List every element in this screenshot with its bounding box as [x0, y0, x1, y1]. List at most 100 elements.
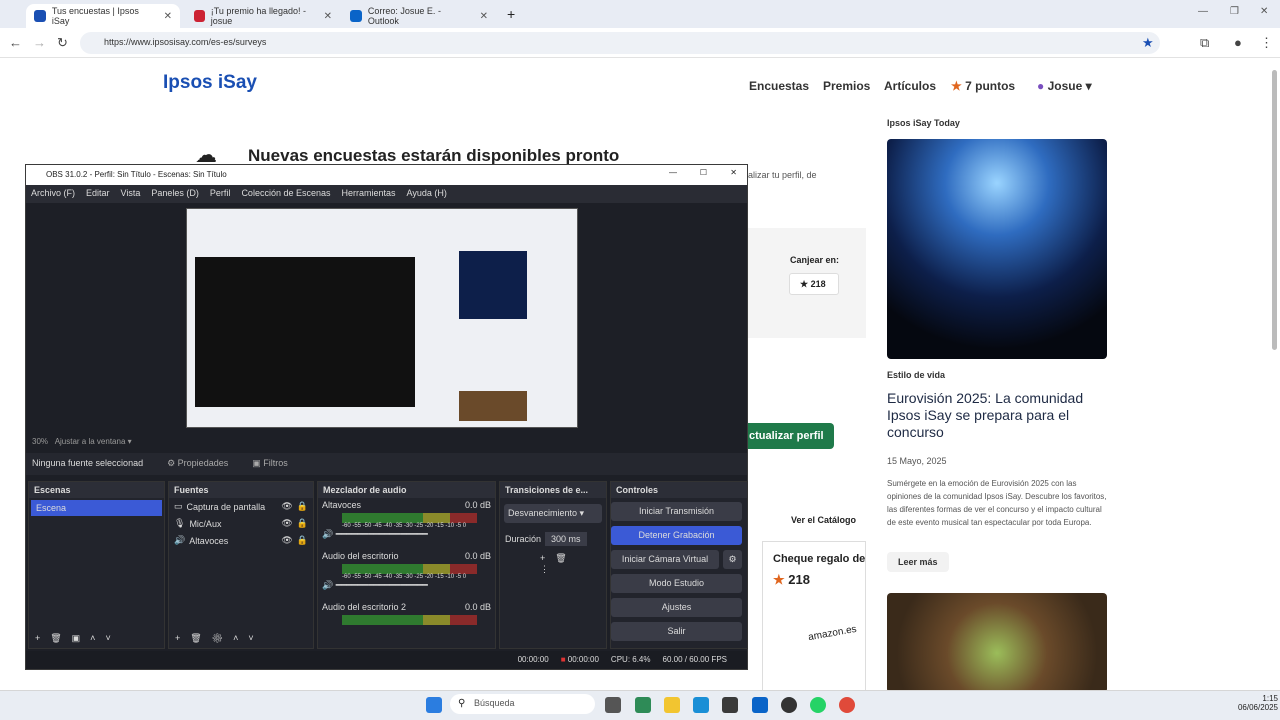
obs-title-bar: OBS 31.0.2 - Perfil: Sin Título - Escena…	[26, 165, 747, 185]
maximize-icon[interactable]: ☐	[700, 168, 707, 177]
extensions-icon[interactable]: ⧉	[1200, 35, 1209, 51]
article-date: 15 Mayo, 2025	[887, 456, 947, 466]
close-icon[interactable]: ✕	[324, 11, 332, 22]
chrome-icon[interactable]	[839, 697, 855, 713]
nav-premios[interactable]: Premios	[823, 79, 870, 93]
menu-archivo[interactable]: Archivo (F)	[31, 188, 75, 200]
maximize-icon[interactable]: ❐	[1230, 6, 1239, 17]
reload-icon[interactable]: ↻	[57, 35, 68, 51]
menu-perfil[interactable]: Perfil	[210, 188, 231, 200]
lock-icon[interactable]: 🔒	[297, 501, 308, 512]
bookmark-star-icon[interactable]: ★	[1142, 35, 1154, 51]
transition-select[interactable]: Desvanecimiento ▾	[504, 504, 602, 523]
menu-paneles[interactable]: Paneles (D)	[151, 188, 199, 200]
menu-vista[interactable]: Vista	[121, 188, 141, 200]
obs-icon[interactable]	[781, 697, 797, 713]
tab-prize[interactable]: ¡Tu premio ha llegado! - josue ✕	[186, 4, 340, 28]
menu-editar[interactable]: Editar	[86, 188, 110, 200]
exit-button[interactable]: Salir	[611, 622, 742, 641]
menu-ayuda[interactable]: Ayuda (H)	[407, 188, 447, 200]
clock-date: 06/06/2025	[1237, 703, 1278, 712]
nested-concert-image	[459, 251, 527, 319]
transition-controls[interactable]: +🗑⋮	[500, 549, 606, 579]
tab-bar: Tus encuestas | Ipsos iSay ✕ ¡Tu premio h…	[0, 0, 1280, 28]
tab-surveys[interactable]: Tus encuestas | Ipsos iSay ✕	[26, 4, 180, 28]
source-item[interactable]: 🔊 Altavoces 👁 🔒	[169, 532, 313, 549]
nav-encuestas[interactable]: Encuestas	[749, 79, 809, 93]
lock-icon[interactable]: 🔒	[297, 518, 308, 529]
catalog-link[interactable]: Ver el Catálogo	[791, 515, 856, 525]
close-icon[interactable]: ✕	[480, 11, 488, 22]
gear-icon[interactable]: ⚙	[723, 550, 742, 569]
nav-articulos[interactable]: Artículos	[884, 79, 936, 93]
outlook-favicon-icon	[350, 10, 362, 22]
edge-icon[interactable]	[693, 697, 709, 713]
scene-item[interactable]: Escena	[31, 500, 162, 516]
article-title[interactable]: Eurovisión 2025: La comunidad Ipsos iSay…	[887, 390, 1117, 441]
file-explorer-icon[interactable]	[664, 697, 680, 713]
lock-icon[interactable]: 🔒	[297, 535, 308, 546]
url-field[interactable]: https://www.ipsosisay.com/es-es/surveys	[80, 32, 1160, 54]
logo-text: Ipsos	[163, 72, 213, 93]
menu-herramientas[interactable]: Herramientas	[342, 188, 396, 200]
source-item[interactable]: 🎙 Mic/Aux 👁 🔒	[169, 515, 313, 532]
gift-card-title: Cheque regalo de	[773, 553, 866, 565]
fit-option[interactable]: Ajustar a la ventana	[55, 437, 126, 446]
concert-image[interactable]	[887, 139, 1107, 359]
logo[interactable]: Ipsos iSay	[163, 72, 257, 94]
preview-canvas[interactable]	[186, 208, 578, 428]
user-menu[interactable]: ● Josue ▾	[1037, 79, 1092, 93]
close-icon[interactable]: ✕	[730, 168, 737, 177]
minimize-icon[interactable]: —	[669, 168, 677, 177]
virtual-camera-button[interactable]: Iniciar Cámara Virtual	[611, 550, 719, 569]
update-profile-button[interactable]: ctualizar perfil	[745, 423, 834, 449]
sidebar-section: Ipsos iSay Today	[887, 118, 960, 128]
clock[interactable]: 1:15 06/06/2025	[1238, 694, 1278, 712]
new-tab-icon[interactable]: +	[507, 6, 515, 22]
eye-icon[interactable]: 👁	[281, 501, 292, 512]
star-icon: ★	[773, 572, 785, 587]
settings-button[interactable]: Ajustes	[611, 598, 742, 617]
menu-escenas[interactable]: Colección de Escenas	[241, 188, 330, 200]
start-stream-button[interactable]: Iniciar Transmisión	[611, 502, 742, 521]
studio-mode-button[interactable]: Modo Estudio	[611, 574, 742, 593]
plants-image[interactable]	[887, 593, 1107, 693]
task-view-icon[interactable]	[605, 697, 621, 713]
filters-button[interactable]: ▣ Filtros	[252, 458, 288, 470]
monitor-icon: ▭	[174, 501, 183, 511]
windows-start-icon[interactable]	[426, 697, 442, 713]
nested-plants-image	[459, 391, 527, 421]
volume-slider[interactable]: 🔊 ━━━━━━━━━━━━━━━━━	[322, 580, 491, 591]
duration-input[interactable]: 300 ms	[545, 532, 587, 546]
outlook-icon[interactable]	[752, 697, 768, 713]
whatsapp-icon[interactable]	[810, 697, 826, 713]
mixer-header: Mezclador de audio	[318, 482, 495, 498]
close-icon[interactable]: ✕	[164, 11, 172, 22]
source-controls[interactable]: +🗑⚙˄˅	[175, 633, 264, 644]
volume-slider[interactable]: 🔊 ━━━━━━━━━━━━━━━━━	[322, 529, 491, 540]
scrollbar[interactable]	[1272, 70, 1277, 350]
menu-icon[interactable]: ⋮	[1260, 35, 1273, 51]
article-category: Estilo de vida	[887, 370, 946, 380]
properties-button[interactable]: ⚙ Propiedades	[167, 458, 228, 470]
scenes-header: Escenas	[29, 482, 164, 498]
source-label: Mic/Aux	[189, 518, 222, 529]
points-link[interactable]: ★ 7 puntos	[951, 79, 1015, 93]
stop-recording-button[interactable]: Detener Grabación	[611, 526, 742, 545]
avatar[interactable]: ●	[1234, 35, 1242, 50]
eye-icon[interactable]: 👁	[281, 518, 292, 529]
forward-icon[interactable]: →	[33, 35, 46, 50]
transitions-dock: Transiciones de e... Desvanecimiento ▾ D…	[499, 481, 607, 649]
source-item[interactable]: ▭ Captura de pantalla 👁 🔒	[169, 498, 313, 515]
tab-outlook[interactable]: Correo: Josue E. - Outlook ✕	[342, 4, 496, 28]
store-icon[interactable]	[722, 697, 738, 713]
redeem-points-badge[interactable]: ★ 218	[789, 273, 839, 295]
scene-controls[interactable]: +🗑▣˄˅	[35, 633, 121, 644]
read-more-button[interactable]: Leer más	[887, 552, 949, 572]
eye-icon[interactable]: 👁	[281, 535, 292, 546]
back-icon[interactable]: ←	[9, 35, 22, 50]
search-box[interactable]: Búsqueda	[450, 694, 595, 714]
minimize-icon[interactable]: —	[1198, 6, 1208, 17]
calculator-icon[interactable]	[635, 697, 651, 713]
close-window-icon[interactable]: ✕	[1260, 6, 1268, 17]
